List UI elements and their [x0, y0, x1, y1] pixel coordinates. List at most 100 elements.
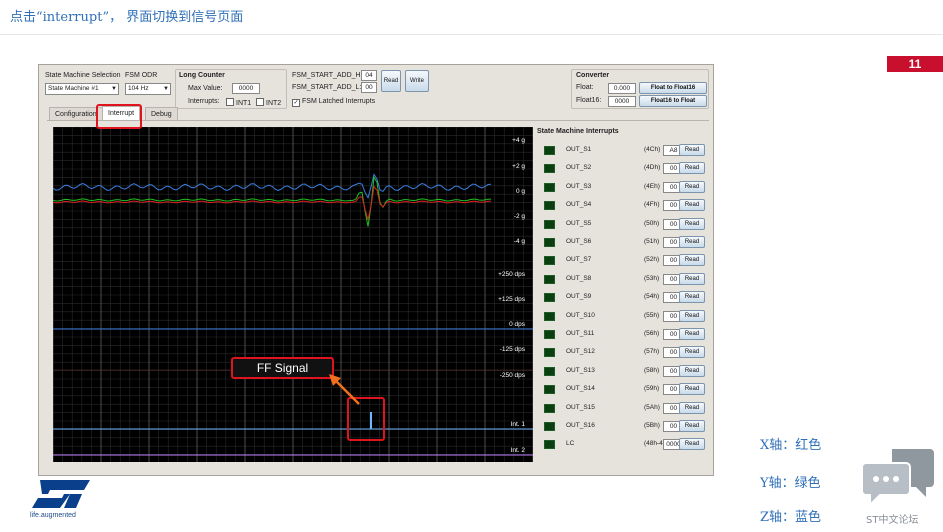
st-tagline: life.augmented — [30, 512, 76, 519]
interrupt-read-button[interactable]: Read — [679, 309, 705, 322]
chevron-down-icon: ▼ — [163, 86, 169, 92]
interrupt-name: OUT_S8 — [566, 274, 592, 282]
sm-selection-dropdown[interactable]: State Machine #1 ▼ — [45, 83, 119, 95]
interrupt-row: OUT_S15 (5Ah) 00 Read — [534, 401, 709, 418]
converter-title: Converter — [576, 72, 610, 79]
chart-label: +250 dps — [498, 271, 525, 278]
interrupt-row: OUT_S11 (56h) 00 Read — [534, 328, 709, 344]
interrupt-row: OUT_S14 (59h) 00 Read — [534, 383, 709, 399]
chart-label: +2 g — [512, 163, 525, 170]
fsm-odr-dropdown[interactable]: 104 Hz ▼ — [125, 83, 171, 95]
interrupt-address: (54h) — [644, 293, 660, 301]
interrupt-read-button[interactable]: Read — [679, 328, 705, 340]
interrupt-address: (53h) — [644, 274, 660, 282]
interrupt-name: OUT_S11 — [566, 330, 595, 337]
interrupt-address: (58h) — [644, 366, 660, 374]
fsm-start-add-h-label: FSM_START_ADD_H: — [292, 72, 363, 79]
interrupt-read-button[interactable]: Read — [679, 401, 705, 414]
interrupt-address: (5Bh) — [644, 422, 660, 429]
int2-label: INT2 — [266, 100, 282, 107]
chart-label: 0 dps — [509, 321, 525, 328]
status-led-icon — [544, 201, 555, 211]
chart-label: Int. 2 — [510, 447, 525, 454]
axis-legend-z: Z轴：蓝色 — [760, 510, 822, 525]
sm-interrupts-title: State Machine Interrupts — [537, 128, 619, 135]
interrupt-row: OUT_S1 (4Ch) A8 Read — [534, 144, 709, 160]
chart-label: Int. 1 — [510, 421, 525, 428]
interrupt-row: OUT_S10 (55h) 00 Read — [534, 309, 709, 326]
interrupt-read-button[interactable]: Read — [679, 199, 705, 212]
interrupt-address: (56h) — [644, 330, 660, 337]
interrupt-name: OUT_S5 — [566, 219, 592, 227]
interrupt-row: OUT_S5 (50h) 00 Read — [534, 217, 709, 234]
interrupt-read-button[interactable]: Read — [679, 144, 705, 156]
fsm-latched-label: FSM Latched Interrupts — [302, 98, 376, 105]
status-led-icon — [544, 219, 555, 229]
slide-title: 点击“interrupt”， 界面切换到信号页面 — [10, 10, 244, 25]
fsm-start-add-l-input[interactable]: 00 — [361, 82, 377, 93]
forum-label: ST中文论坛 — [866, 515, 919, 526]
interrupt-address: (5Ah) — [644, 403, 660, 411]
max-value-input[interactable]: 0000 — [232, 83, 260, 94]
interrupt-row: OUT_S9 (54h) 00 Read — [534, 291, 709, 307]
interrupt-read-button[interactable]: Read — [679, 346, 705, 359]
status-led-icon — [544, 440, 555, 450]
long-counter-title: Long Counter — [179, 72, 225, 79]
float16-to-float-button[interactable]: Float16 to Float — [639, 95, 707, 107]
callout-arrow — [329, 374, 360, 405]
interrupt-row: OUT_S6 (51h) 00 Read — [534, 236, 709, 252]
interrupt-read-button[interactable]: Read — [679, 254, 705, 267]
status-led-icon — [544, 403, 555, 413]
interrupt-address: (50h) — [644, 219, 660, 227]
page-number-badge: 11 — [887, 56, 943, 72]
int1-checkbox[interactable]: INT1 — [226, 98, 251, 107]
interrupt-tab-highlight — [96, 104, 142, 129]
interrupt-name: OUT_S13 — [566, 366, 595, 374]
fsm-read-button[interactable]: Read — [381, 70, 401, 92]
float-to-float16-button[interactable]: Float to Float16 — [639, 82, 707, 94]
interrupt-read-button[interactable]: Read — [679, 438, 705, 451]
fsm-start-add-h-input[interactable]: 04 — [361, 70, 377, 81]
interrupt-address: (52h) — [644, 256, 660, 264]
interrupt-address: (57h) — [644, 348, 660, 356]
interrupt-read-button[interactable]: Read — [679, 272, 705, 285]
interrupt-read-button[interactable]: Read — [679, 364, 705, 377]
status-led-icon — [544, 256, 555, 266]
max-value-label: Max Value: — [188, 85, 223, 92]
status-led-icon — [544, 422, 555, 431]
float16-label: Float16: — [576, 97, 602, 104]
int1-label: INT1 — [236, 100, 252, 107]
status-led-icon — [544, 385, 555, 395]
interrupt-address: (55h) — [644, 311, 660, 319]
interrupt-name: OUT_S4 — [566, 201, 592, 209]
interrupt-address: (4Fh) — [644, 201, 660, 209]
tab-configuration[interactable]: Configuration — [49, 107, 103, 120]
tab-debug[interactable]: Debug — [145, 107, 178, 120]
interrupt-read-button[interactable]: Read — [679, 180, 705, 193]
interrupt-read-button[interactable]: Read — [679, 236, 705, 248]
interrupt-read-button[interactable]: Read — [679, 217, 705, 230]
interrupt-name: OUT_S15 — [566, 403, 595, 411]
signal-chart-svg — [52, 126, 534, 462]
chart-label: -2 g — [513, 213, 525, 220]
sm-selection-label: State Machine Selection — [45, 72, 121, 79]
fsm-latched-checkbox[interactable]: ✓ FSM Latched Interrupts — [292, 98, 375, 107]
int2-checkbox[interactable]: INT2 — [256, 98, 281, 107]
fsm-write-button[interactable]: Write — [405, 70, 429, 92]
converter-group: Converter Float: 0.000 Float to Float16 … — [571, 69, 709, 109]
interrupt-read-button[interactable]: Read — [679, 420, 705, 432]
status-led-icon — [544, 311, 555, 321]
float-input[interactable]: 0.000 — [608, 83, 636, 94]
interrupt-name: LC — [566, 440, 575, 448]
interrupt-read-button[interactable]: Read — [679, 162, 705, 175]
interrupt-row: OUT_S12 (57h) 00 Read — [534, 346, 709, 362]
interrupt-read-button[interactable]: Read — [679, 383, 705, 396]
title-divider — [0, 34, 943, 35]
interrupt-name: OUT_S6 — [566, 238, 592, 245]
chart-label: +4 g — [512, 137, 525, 144]
interrupt-address: (51h) — [644, 238, 660, 245]
interrupt-read-button[interactable]: Read — [679, 291, 705, 304]
interrupt-row: LC (48h-49h) 0000 Read — [534, 438, 709, 454]
interrupt-name: OUT_S3 — [566, 182, 592, 190]
float16-input[interactable]: 0000 — [608, 96, 636, 107]
